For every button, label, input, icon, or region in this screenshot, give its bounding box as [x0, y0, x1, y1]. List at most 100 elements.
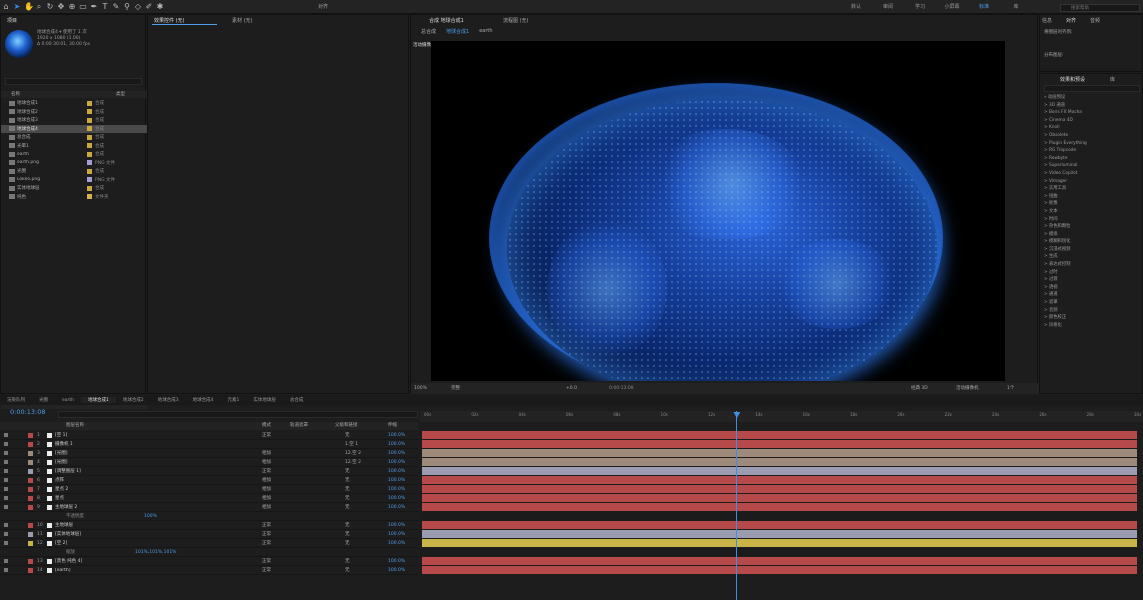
property-value[interactable]: 100%: [144, 514, 157, 519]
mask-tool-icon[interactable]: ▭: [79, 2, 87, 11]
layer-duration-bar[interactable]: [422, 431, 1137, 439]
layer-mode-select[interactable]: 正常: [262, 432, 271, 438]
layer-label-color[interactable]: [28, 495, 33, 501]
layer-stretch[interactable]: 100.0%: [388, 532, 405, 537]
effect-category[interactable]: > Boris FX Mocha: [1044, 109, 1087, 117]
layer-mode-select[interactable]: 相加: [262, 450, 271, 456]
effect-controls-tab[interactable]: 效果控件 (无): [154, 17, 185, 24]
layer-mode-select[interactable]: 正常: [262, 567, 271, 573]
layer-parent-select[interactable]: 无: [345, 558, 350, 564]
layer-mode-select[interactable]: 相加: [262, 495, 271, 501]
project-item[interactable]: earth.png PNG 文件: [1, 159, 147, 168]
renderer-select[interactable]: 经典 3D: [911, 383, 928, 394]
timeline-tab[interactable]: 地球合成1: [81, 397, 116, 403]
stamp-tool-icon[interactable]: ⚲: [123, 2, 131, 11]
timeline-tab[interactable]: 光圈: [32, 397, 55, 403]
info-tab[interactable]: 信息: [1042, 17, 1052, 24]
info-tab[interactable]: 对齐: [1066, 17, 1076, 24]
project-item[interactable]: earth 合成: [1, 150, 147, 159]
layer-row[interactable]: 7 星点 2 相加 无 100.0%: [0, 485, 418, 494]
visibility-toggle-icon[interactable]: [4, 523, 8, 527]
layer-name[interactable]: [earth]: [55, 568, 175, 573]
visibility-toggle-icon[interactable]: [4, 460, 8, 464]
timeline-tab[interactable]: earth: [55, 398, 81, 403]
roto-tool-icon[interactable]: ✐: [145, 2, 153, 11]
layer-row[interactable]: 14 [earth] 正常 无 100.0%: [0, 566, 418, 575]
layer-duration-bar[interactable]: [422, 467, 1137, 475]
playhead[interactable]: [736, 411, 738, 600]
effect-category[interactable]: > 过渡: [1044, 276, 1087, 284]
layer-search-input[interactable]: [58, 411, 418, 418]
property-value[interactable]: 101%,101%,101%: [135, 550, 176, 555]
layer-mode-select[interactable]: 正常: [262, 558, 271, 564]
layer-row[interactable]: 11 [实体地球层] 正常 无 100.0%: [0, 530, 418, 539]
layer-label-color[interactable]: [28, 441, 33, 447]
col-name[interactable]: 名称: [11, 91, 20, 98]
timeline-tab[interactable]: 总合成: [283, 397, 311, 403]
effect-category[interactable]: > Plugin Everything: [1044, 140, 1087, 148]
effect-category[interactable]: > 生成: [1044, 253, 1087, 261]
layer-label-color[interactable]: [28, 522, 33, 528]
layer-name[interactable]: [光圈]: [55, 459, 175, 465]
layer-row[interactable]: 13 [黑色 纯色 4] 正常 无 100.0%: [0, 557, 418, 566]
layer-row[interactable]: 8 星点 相加 无 100.0%: [0, 494, 418, 503]
effect-category[interactable]: > 模糊和锐化: [1044, 238, 1087, 246]
effect-category[interactable]: » 动画预设: [1044, 94, 1087, 102]
label-color-swatch[interactable]: [87, 185, 92, 191]
label-color-swatch[interactable]: [87, 100, 92, 106]
layer-mode-select[interactable]: 正常: [262, 522, 271, 528]
effect-category[interactable]: > 模拟: [1044, 231, 1087, 239]
effect-category[interactable]: > 表达式控制: [1044, 261, 1087, 269]
effects-search-input[interactable]: [1044, 85, 1140, 92]
layer-name[interactable]: 星点 2: [55, 486, 175, 492]
project-item[interactable]: 总合成 合成: [1, 133, 147, 142]
layer-name[interactable]: [调整图层 1]: [55, 468, 175, 474]
layer-parent-select[interactable]: 无: [345, 522, 350, 528]
layer-label-color[interactable]: [28, 558, 33, 564]
pan-behind-tool-icon[interactable]: ⊕: [68, 2, 76, 11]
label-color-swatch[interactable]: [87, 126, 92, 132]
label-color-swatch[interactable]: [87, 143, 92, 149]
workspace-tab[interactable]: 默认: [840, 3, 872, 10]
layer-mode-select[interactable]: 相加: [262, 504, 271, 510]
layer-label-color[interactable]: [28, 486, 33, 492]
layer-row[interactable]: 2 摄像机 1 1.空 1 100.0%: [0, 440, 418, 449]
help-search-input[interactable]: 搜索帮助: [1060, 4, 1140, 12]
layer-name[interactable]: 点阵: [55, 477, 175, 483]
layer-label-color[interactable]: [28, 477, 33, 483]
views-select[interactable]: 1个: [1007, 383, 1014, 394]
effect-category[interactable]: > 音频: [1044, 307, 1087, 315]
layer-mode-select[interactable]: 正常: [262, 468, 271, 474]
layer-row[interactable]: 3 [光圈] 相加 12.空 2 100.0%: [0, 449, 418, 458]
layer-duration-bar[interactable]: [422, 458, 1137, 466]
layer-stretch[interactable]: 100.0%: [388, 478, 405, 483]
layer-mode-select[interactable]: 相加: [262, 459, 271, 465]
effect-category[interactable]: > 扭曲: [1044, 193, 1087, 201]
visibility-toggle-icon[interactable]: [4, 568, 8, 572]
label-color-swatch[interactable]: [87, 177, 92, 183]
composition-tab[interactable]: 合成 地球合成1: [429, 17, 464, 24]
visibility-toggle-icon[interactable]: [4, 505, 8, 509]
visibility-toggle-icon[interactable]: [4, 541, 8, 545]
layer-parent-select[interactable]: 无: [345, 468, 350, 474]
layer-label-color[interactable]: [28, 468, 33, 474]
col-parent[interactable]: 父级和链接: [335, 422, 358, 430]
label-color-swatch[interactable]: [87, 109, 92, 115]
timeline-tab[interactable]: 渲染队列: [0, 397, 32, 403]
effect-category[interactable]: > Rowbyte: [1044, 155, 1087, 163]
layer-row[interactable]: 9 主地球层 2 相加 无 100.0%: [0, 503, 418, 512]
layer-stretch[interactable]: 100.0%: [388, 496, 405, 501]
viewer-timecode[interactable]: 0:00:13:08: [609, 383, 634, 394]
timeline-tab[interactable]: 地球合成2: [116, 397, 151, 403]
layer-parent-select[interactable]: 12.空 2: [345, 459, 361, 465]
effect-category[interactable]: > 沉浸式视频: [1044, 246, 1087, 254]
snap-label[interactable]: 对齐: [318, 3, 328, 10]
effect-category[interactable]: > 通道: [1044, 291, 1087, 299]
layer-stretch[interactable]: 100.0%: [388, 559, 405, 564]
layer-row[interactable]: 6 点阵 相加 无 100.0%: [0, 476, 418, 485]
visibility-toggle-icon[interactable]: [4, 496, 8, 500]
effect-category[interactable]: > 抠像: [1044, 200, 1087, 208]
layer-label-color[interactable]: [28, 540, 33, 546]
visibility-toggle-icon[interactable]: [4, 433, 8, 437]
layer-duration-bar[interactable]: [422, 539, 1137, 547]
